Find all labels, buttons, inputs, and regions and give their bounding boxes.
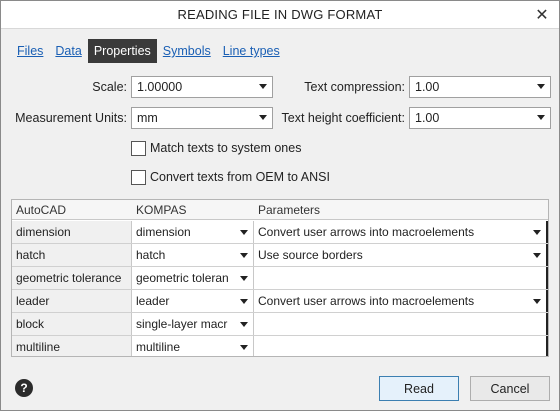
chevron-down-icon [240, 230, 248, 235]
autocad-cell: hatch [12, 244, 132, 266]
kompas-dropdown[interactable]: hatch [132, 244, 254, 266]
match-texts-label: Match texts to system ones [150, 141, 302, 155]
table-row: multiline multiline [12, 336, 548, 356]
kompas-dropdown[interactable]: single-layer macr [132, 313, 254, 335]
autocad-cell: dimension [12, 221, 132, 243]
chevron-down-icon [240, 345, 248, 350]
table-row: hatch hatch Use source borders [12, 244, 548, 267]
parameters-dropdown[interactable]: Convert user arrows into macroelements [254, 221, 548, 243]
chevron-down-icon [259, 115, 267, 120]
convert-oem-checkbox[interactable]: Convert texts from OEM to ANSI [131, 168, 330, 186]
chevron-down-icon [537, 115, 545, 120]
kompas-value: single-layer macr [136, 317, 228, 331]
tab-line-types[interactable]: Line types [217, 39, 286, 63]
chevron-down-icon [240, 299, 248, 304]
checkbox-box[interactable] [131, 169, 146, 185]
parameters-cell[interactable] [254, 313, 548, 335]
kompas-value: multiline [136, 340, 181, 354]
parameters-dropdown[interactable]: Use source borders [254, 244, 548, 266]
parameters-value: Convert user arrows into macroelements [258, 294, 475, 308]
checkbox-box[interactable] [131, 140, 146, 156]
scale-value: 1.00000 [137, 80, 183, 94]
tab-properties[interactable]: Properties [87, 39, 157, 63]
tab-data[interactable]: Data [49, 39, 87, 63]
table-row: geometric tolerance geometric toleran [12, 267, 548, 290]
measurement-units-dropdown[interactable]: mm [131, 107, 273, 129]
kompas-value: dimension [136, 225, 191, 239]
cancel-button[interactable]: Cancel [470, 376, 550, 401]
help-icon[interactable]: ? [15, 379, 33, 397]
kompas-value: leader [136, 294, 170, 308]
table-row: block single-layer macr [12, 313, 548, 336]
title-bar: READING FILE IN DWG FORMAT ✕ [1, 1, 559, 29]
text-compression-label: Text compression: [304, 80, 405, 94]
autocad-cell: multiline [12, 336, 132, 356]
parameters-dropdown[interactable]: Convert user arrows into macroelements [254, 290, 548, 312]
autocad-cell: block [12, 313, 132, 335]
parameters-value: Use source borders [258, 248, 363, 262]
kompas-dropdown[interactable]: leader [132, 290, 254, 312]
text-height-coefficient-value: 1.00 [415, 111, 440, 125]
read-button[interactable]: Read [379, 376, 459, 401]
text-compression-value: 1.00 [415, 80, 440, 94]
close-icon[interactable]: ✕ [531, 5, 553, 25]
table-row: dimension dimension Convert user arrows … [12, 221, 548, 244]
chevron-down-icon [537, 84, 545, 89]
convert-oem-label: Convert texts from OEM to ANSI [150, 170, 330, 184]
chevron-down-icon [259, 84, 267, 89]
text-height-coefficient-label: Text height coefficient: [281, 111, 405, 125]
table-header: AutoCAD KOMPAS Parameters [12, 200, 548, 220]
chevron-down-icon [533, 299, 541, 304]
chevron-down-icon [240, 253, 248, 258]
autocad-cell: leader [12, 290, 132, 312]
kompas-value: geometric toleran [136, 271, 229, 285]
parameters-value: Convert user arrows into macroelements [258, 225, 475, 239]
autocad-cell: geometric tolerance [12, 267, 132, 289]
parameters-cell[interactable] [254, 336, 548, 356]
scale-label: Scale: [92, 80, 127, 94]
scale-dropdown[interactable]: 1.00000 [131, 76, 273, 98]
tab-files[interactable]: Files [11, 39, 49, 63]
chevron-down-icon [240, 322, 248, 327]
kompas-dropdown[interactable]: geometric toleran [132, 267, 254, 289]
measurement-units-label: Measurement Units: [15, 111, 127, 125]
chevron-down-icon [240, 276, 248, 281]
header-parameters: Parameters [258, 203, 321, 217]
header-kompas: KOMPAS [136, 203, 187, 217]
chevron-down-icon [533, 253, 541, 258]
window-title: READING FILE IN DWG FORMAT [177, 7, 383, 22]
dialog-window: READING FILE IN DWG FORMAT ✕ Files Data … [0, 0, 560, 411]
chevron-down-icon [533, 230, 541, 235]
tab-symbols[interactable]: Symbols [157, 39, 217, 63]
header-autocad: AutoCAD [16, 203, 67, 217]
measurement-units-value: mm [137, 111, 158, 125]
kompas-value: hatch [136, 248, 166, 262]
tab-bar: Files Data Properties Symbols Line types [11, 39, 286, 63]
kompas-dropdown[interactable]: multiline [132, 336, 254, 356]
match-texts-checkbox[interactable]: Match texts to system ones [131, 139, 301, 157]
table-row: leader leader Convert user arrows into m… [12, 290, 548, 313]
kompas-dropdown[interactable]: dimension [132, 221, 254, 243]
mapping-table: AutoCAD KOMPAS Parameters dimension dime… [11, 199, 549, 357]
text-height-coefficient-dropdown[interactable]: 1.00 [409, 107, 551, 129]
text-compression-dropdown[interactable]: 1.00 [409, 76, 551, 98]
parameters-cell[interactable] [254, 267, 548, 289]
